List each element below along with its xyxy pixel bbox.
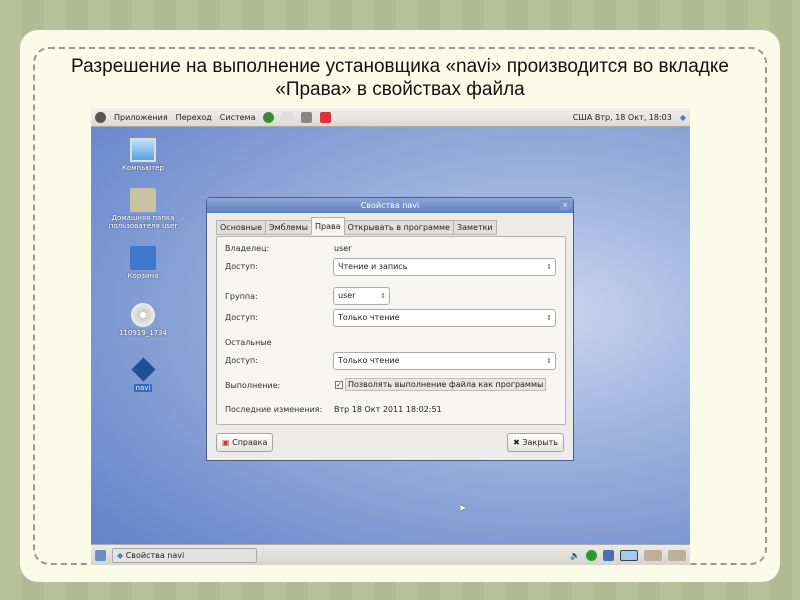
group-access-select[interactable]: Только чтение ⇕ <box>333 309 556 327</box>
clock[interactable]: США Втр, 18 Окт, 18:03 <box>573 113 672 122</box>
owner-access-select[interactable]: Чтение и запись ⇕ <box>333 258 556 276</box>
mouse-cursor-icon: ➤ <box>458 503 467 514</box>
desktop-icon-cd[interactable]: 110919_1734 <box>98 303 188 337</box>
help-book-icon: ▣ <box>222 438 230 447</box>
top-panel: Приложения Переход Система США Втр, 18 О… <box>91 108 690 127</box>
slide-title: Разрешение на выполнение установщика «na… <box>71 56 729 100</box>
menu-places[interactable]: Переход <box>176 113 212 122</box>
tab-permissions[interactable]: Права <box>310 217 345 235</box>
others-access-label: Доступ: <box>225 356 258 365</box>
terminal-icon[interactable] <box>301 111 313 123</box>
owner-label: Владелец: <box>225 244 270 253</box>
spin-arrows-icon: ⇕ <box>380 292 386 300</box>
window-icon: ◆ <box>117 550 124 560</box>
menu-system[interactable]: Система <box>220 113 256 122</box>
others-label: Остальные <box>225 338 272 347</box>
workspace-3[interactable] <box>668 549 686 561</box>
network-icon[interactable]: ◆ <box>680 113 686 122</box>
home-folder-icon <box>130 188 156 212</box>
group-select[interactable]: user ⇕ <box>333 287 390 305</box>
tab-basic[interactable]: Основные <box>216 220 267 235</box>
update-icon[interactable] <box>586 549 597 561</box>
volume-icon[interactable]: 🔈 <box>570 551 580 560</box>
owner-value: user <box>334 244 352 253</box>
tab-open-with[interactable]: Открывать в программе <box>343 220 454 235</box>
computer-icon <box>130 138 156 162</box>
mail-icon[interactable] <box>282 111 294 123</box>
desktop-icon-navi[interactable]: navi <box>98 357 188 392</box>
spin-arrows-icon: ⇕ <box>546 314 552 322</box>
close-icon[interactable]: × <box>560 200 570 210</box>
workspace-1[interactable] <box>620 549 638 561</box>
group-access-label: Доступ: <box>225 313 258 322</box>
spin-arrows-icon: ⇕ <box>546 263 552 271</box>
help-icon[interactable] <box>320 111 332 123</box>
permissions-panel: Владелец: user Доступ: Чтение и запись ⇕ … <box>216 236 566 425</box>
tab-notes[interactable]: Заметки <box>452 220 497 235</box>
gnome-foot-icon[interactable] <box>95 111 106 123</box>
spin-arrows-icon: ⇕ <box>546 357 552 365</box>
cd-icon <box>131 303 155 327</box>
modified-value: Втр 18 Окт 2011 18:02:51 <box>334 405 442 414</box>
desktop-icon-computer[interactable]: Компьютер <box>98 138 188 172</box>
help-button[interactable]: ▣ Справка <box>216 433 274 452</box>
checkbox-checked-icon: ✓ <box>335 380 343 389</box>
browser-icon[interactable] <box>263 111 275 123</box>
close-x-icon: ✖ <box>513 438 520 447</box>
exec-checkbox[interactable]: ✓ Позволять выполнение файла как програм… <box>335 378 547 391</box>
workspace-2[interactable] <box>644 549 662 561</box>
menu-applications[interactable]: Приложения <box>114 113 168 122</box>
tab-bar: Основные Эмблемы Права Открывать в прогр… <box>216 217 497 235</box>
tab-emblems[interactable]: Эмблемы <box>265 220 312 235</box>
desktop-icon-trash[interactable]: Корзина <box>98 246 188 280</box>
exec-label: Выполнение: <box>225 381 281 390</box>
desktop-icon-home[interactable]: Домашняя папка пользователя user <box>98 188 188 230</box>
trash-icon <box>130 246 156 270</box>
network-manager-icon[interactable] <box>603 549 614 561</box>
modified-label: Последние изменения: <box>225 405 323 414</box>
bottom-panel: ◆ Свойства navi 🔈 <box>91 544 690 565</box>
installer-icon <box>130 357 156 382</box>
close-button[interactable]: ✖ Закрыть <box>507 433 564 452</box>
others-access-select[interactable]: Только чтение ⇕ <box>333 352 556 370</box>
group-label: Группа: <box>225 292 258 301</box>
dialog-titlebar[interactable]: Свойства navi × <box>207 198 573 213</box>
properties-dialog: Свойства navi × Основные Эмблемы Права О… <box>206 197 574 461</box>
show-desktop-icon[interactable] <box>95 549 106 561</box>
desktop-screenshot: Приложения Переход Система США Втр, 18 О… <box>91 108 690 565</box>
taskbar-item[interactable]: ◆ Свойства navi <box>112 547 257 563</box>
owner-access-label: Доступ: <box>225 262 258 271</box>
